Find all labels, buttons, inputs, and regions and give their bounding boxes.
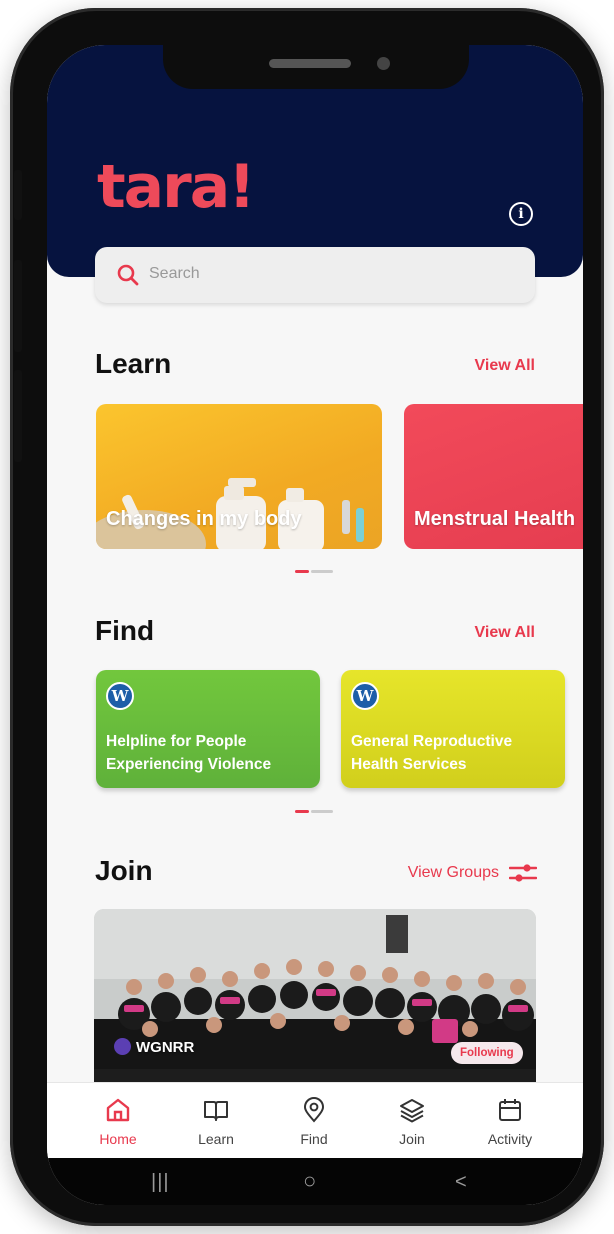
find-card-reproductive-health[interactable]: W General Reproductive Health Services [341, 670, 565, 788]
tab-activity[interactable]: Activity [465, 1083, 555, 1159]
find-card-label: General Reproductive Health Services [351, 733, 513, 773]
view-groups-link[interactable]: View Groups [408, 864, 499, 882]
carousel-dot-active [295, 570, 309, 573]
volume-up-button [14, 260, 22, 352]
search-bar[interactable]: Search [95, 247, 535, 303]
book-icon [204, 1101, 228, 1121]
layers-icon [400, 1099, 424, 1123]
find-card-label: Helpline for People Experiencing Violenc… [106, 733, 272, 773]
app-screen: tara! i Search Learn View All Changes in… [47, 45, 583, 1205]
learn-section-title: Learn [95, 348, 172, 379]
tab-label: Join [399, 1131, 425, 1147]
speaker [269, 59, 351, 68]
app-logo: tara! [97, 152, 256, 222]
front-camera [377, 57, 390, 70]
mute-switch [14, 170, 22, 220]
find-carousel-indicator [295, 810, 333, 813]
filter-sliders-icon[interactable] [509, 862, 537, 884]
carousel-dot [311, 570, 333, 573]
volume-down-button [14, 370, 22, 462]
tab-label: Learn [198, 1131, 234, 1147]
carousel-dot [311, 810, 333, 813]
find-section-title: Find [95, 615, 155, 646]
following-badge[interactable]: Following [451, 1042, 523, 1064]
home-icon [106, 1098, 130, 1122]
wordpress-icon: W [351, 682, 379, 710]
system-home-button[interactable]: ○ [303, 1168, 316, 1194]
group-avatar-icon [114, 1038, 131, 1055]
info-icon[interactable]: i [509, 202, 533, 226]
group-photo [94, 909, 536, 1109]
tab-join[interactable]: Join [367, 1083, 457, 1159]
location-pin-icon [303, 1097, 325, 1123]
tab-find[interactable]: Find [269, 1083, 359, 1159]
carousel-dot-active [295, 810, 309, 813]
tab-home[interactable]: Home [73, 1083, 163, 1159]
bottom-tab-bar: Home Learn Find Join Activity [47, 1082, 583, 1159]
tab-label: Activity [487, 1131, 533, 1147]
tab-learn[interactable]: Learn [171, 1083, 261, 1159]
search-input[interactable]: Search [149, 265, 200, 283]
wordpress-icon: W [106, 682, 134, 710]
find-card-helpline[interactable]: W Helpline for People Experiencing Viole… [96, 670, 320, 788]
group-card-wgnrr[interactable]: WGNRR Following [94, 909, 536, 1109]
learn-carousel-indicator [295, 570, 333, 573]
calendar-icon [499, 1099, 521, 1121]
system-navigation-bar: ||| ○ < [47, 1158, 583, 1205]
tab-label: Find [300, 1131, 328, 1147]
learn-card-changes-in-my-body[interactable]: Changes in my body [96, 404, 382, 549]
tab-label: Home [99, 1131, 137, 1147]
find-view-all-link[interactable]: View All [475, 624, 535, 642]
group-name: WGNRR [114, 1038, 194, 1056]
learn-view-all-link[interactable]: View All [475, 357, 535, 375]
system-back-button[interactable]: < [455, 1171, 467, 1194]
search-icon [117, 264, 139, 286]
learn-card-label: Menstrual Health [414, 508, 576, 530]
recents-button[interactable]: ||| [151, 1171, 170, 1194]
join-section-title: Join [95, 855, 153, 886]
learn-card-label: Changes in my body [106, 508, 302, 530]
notch [163, 45, 469, 89]
learn-card-menstrual-health[interactable]: Menstrual Health [404, 404, 583, 549]
